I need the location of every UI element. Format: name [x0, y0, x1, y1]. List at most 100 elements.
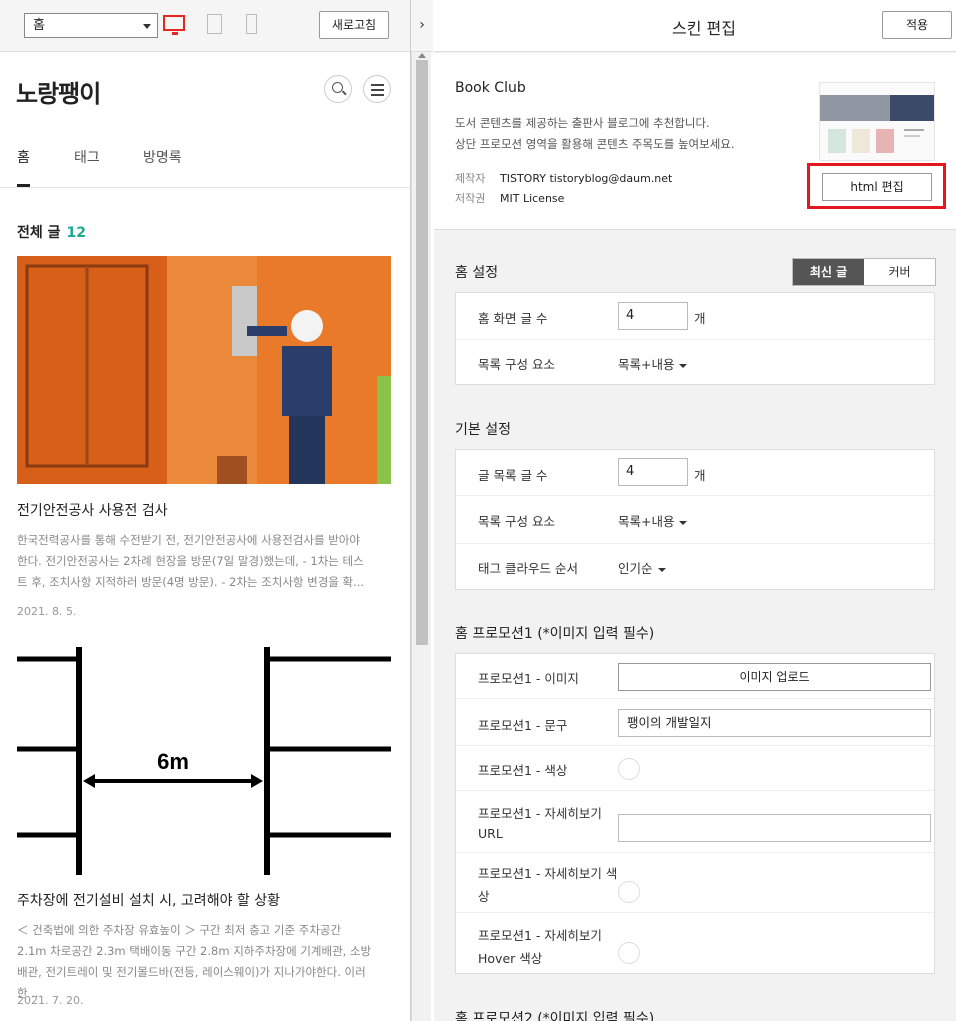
- section-heading: 홈 설정: [455, 265, 499, 281]
- total-count: 12: [66, 225, 86, 241]
- setting-row: 글 목록 글 수 4 개: [456, 450, 934, 496]
- setting-row: 프로모션1 - 문구 팽이의 개발일지: [456, 699, 934, 746]
- nav-guestbook[interactable]: 방명록: [143, 147, 182, 167]
- skin-name: Book Club: [455, 80, 526, 96]
- setting-label: 프로모션1 - 색상: [478, 763, 568, 778]
- skin-editor-pane: 스킨 편집 적용 Book Club 도서 콘텐츠를 제공하는 출판사 블로그에…: [434, 0, 956, 1021]
- nav-home[interactable]: 홈: [17, 147, 30, 167]
- setting-label: 프로모션1 - 문구: [478, 718, 568, 733]
- nav-tag[interactable]: 태그: [74, 147, 100, 167]
- post-title[interactable]: 주차장에 전기설비 설치 시, 고려해야 할 상황: [17, 890, 280, 910]
- setting-label: 프로모션1 - 자세히보기 Hover 색상: [478, 925, 602, 967]
- total-posts: 전체 글 12: [17, 222, 86, 242]
- caret-down-icon: [143, 24, 151, 29]
- divider: [0, 187, 410, 188]
- html-edit-highlight: html 편집: [807, 163, 946, 209]
- license-value: MIT License: [500, 192, 565, 205]
- setting-label: 목록 구성 요소: [478, 357, 555, 372]
- apply-button[interactable]: 적용: [882, 11, 952, 39]
- post-image-parking-diagram: 6m: [17, 647, 391, 875]
- post-excerpt: 한국전력공사를 통해 수전받기 전, 전기안전공사에 사용전검사를 받아야 한다…: [17, 533, 365, 589]
- home-mode-toggle[interactable]: 최신 글 커버: [792, 258, 936, 286]
- toggle-latest[interactable]: 최신 글: [793, 259, 864, 285]
- preview-pane: 홈 새로고침 노랑팽이 홈 태그 방명록 전체 글 12 전기안전공사 사용전 …: [0, 0, 411, 1021]
- license-key: 저작권: [455, 192, 486, 205]
- setting-row: 프로모션1 - 자세히보기 URL: [456, 791, 934, 853]
- blog-logo[interactable]: 노랑팽이: [16, 74, 101, 109]
- tag-order-dropdown[interactable]: 인기순: [618, 558, 666, 577]
- unit-label: 개: [694, 311, 706, 326]
- skin-maker: 제작자 TISTORY tistoryblog@daum.net: [455, 170, 672, 186]
- setting-label: 홈 화면 글 수: [478, 311, 548, 326]
- mobile-view-icon[interactable]: [246, 14, 257, 34]
- scrollbar-thumb[interactable]: [416, 60, 428, 645]
- list-post-count-input[interactable]: 4: [618, 458, 688, 486]
- post-thumbnail[interactable]: 6m: [17, 647, 391, 875]
- refresh-button[interactable]: 새로고침: [319, 11, 389, 39]
- editor-title: 스킨 편집: [672, 19, 736, 38]
- caret-down-icon: [657, 567, 666, 572]
- setting-label: 프로모션1 - 자세히보기 URL: [478, 803, 602, 841]
- skin-preview-image: [820, 83, 934, 160]
- label-line: Hover 색상: [478, 951, 543, 966]
- search-button[interactable]: [324, 75, 352, 103]
- section-heading: 홈 프로모션2 (*이미지 입력 필수): [455, 1011, 655, 1021]
- editor-header: 스킨 편집 적용: [434, 0, 956, 52]
- post-title[interactable]: 전기안전공사 사용전 검사: [17, 500, 168, 520]
- label-line: 프로모션1 - 자세히보기: [478, 928, 602, 943]
- setting-row: 프로모션1 - 자세히보기 색 상: [456, 853, 934, 913]
- image-upload-button[interactable]: 이미지 업로드: [618, 663, 931, 691]
- label-line: 프로모션1 - 자세히보기 색: [478, 866, 618, 881]
- tablet-view-icon[interactable]: [207, 14, 222, 34]
- skin-license: 저작권 MIT License: [455, 190, 564, 206]
- label-line: 상: [478, 889, 490, 904]
- setting-label: 태그 클라우드 순서: [478, 561, 578, 576]
- skin-description: 도서 콘텐츠를 제공하는 출판사 블로그에 추천합니다.: [455, 116, 710, 130]
- desktop-view-icon[interactable]: [163, 15, 185, 35]
- post-thumbnail[interactable]: [17, 256, 391, 484]
- skin-thumbnail: [819, 82, 935, 161]
- label-line: 프로모션1 - 자세히보기: [478, 806, 602, 821]
- setting-row: 홈 화면 글 수 4 개: [456, 293, 934, 340]
- setting-label: 글 목록 글 수: [478, 468, 548, 483]
- setting-row: 목록 구성 요소 목록+내용: [456, 496, 934, 544]
- setting-row: 프로모션1 - 색상: [456, 746, 934, 791]
- dropdown-value: 목록+내용: [618, 514, 675, 529]
- html-edit-button[interactable]: html 편집: [822, 173, 932, 201]
- preview-scrollbar[interactable]: [411, 52, 431, 1021]
- home-list-dropdown[interactable]: 목록+내용: [618, 354, 688, 373]
- menu-button[interactable]: [363, 75, 391, 103]
- dropdown-value: 목록+내용: [618, 357, 675, 372]
- dropdown-value: 인기순: [618, 561, 653, 576]
- label-line: URL: [478, 826, 503, 841]
- promotion1-card: 프로모션1 - 이미지 이미지 업로드 프로모션1 - 문구 팽이의 개발일지 …: [455, 653, 935, 974]
- section-heading: 홈 프로모션1 (*이미지 입력 필수): [455, 626, 655, 642]
- page-select[interactable]: 홈: [24, 13, 158, 38]
- setting-row: 프로모션1 - 이미지 이미지 업로드: [456, 654, 934, 699]
- post-date: 2021. 8. 5.: [17, 605, 77, 618]
- color-picker[interactable]: [618, 758, 640, 780]
- home-post-count-input[interactable]: 4: [618, 302, 688, 330]
- caret-down-icon: [679, 363, 688, 368]
- post-date: 2021. 7. 20.: [17, 994, 84, 1007]
- toggle-cover[interactable]: 커버: [864, 259, 935, 285]
- collapse-panel-button[interactable]: ›: [411, 0, 433, 52]
- basic-settings-card: 글 목록 글 수 4 개 목록 구성 요소 목록+내용 태그 클라우드 순서 인…: [455, 449, 935, 590]
- promotion-url-input[interactable]: [618, 814, 931, 842]
- search-icon: [332, 82, 343, 93]
- setting-row: 목록 구성 요소 목록+내용: [456, 340, 934, 385]
- setting-label: 프로모션1 - 자세히보기 색 상: [478, 863, 617, 905]
- home-settings-card: 홈 화면 글 수 4 개 목록 구성 요소 목록+내용: [455, 292, 935, 385]
- setting-label: 목록 구성 요소: [478, 514, 555, 529]
- post-image-electrical-panel: [17, 256, 391, 484]
- post-excerpt: ＜ 건축법에 의한 주차장 유효높이 ＞ 구간 최저 층고 기준 주차공간 2.…: [17, 923, 372, 1000]
- color-picker[interactable]: [618, 881, 640, 903]
- promotion-text-input[interactable]: 팽이의 개발일지: [618, 709, 931, 737]
- setting-label: 프로모션1 - 이미지: [478, 671, 579, 686]
- page-select-value: 홈: [33, 18, 45, 33]
- maker-value: TISTORY tistoryblog@daum.net: [500, 172, 673, 185]
- basic-list-dropdown[interactable]: 목록+내용: [618, 511, 688, 530]
- color-picker[interactable]: [618, 942, 640, 964]
- caret-down-icon: [679, 520, 688, 525]
- scroll-up-icon[interactable]: [418, 53, 426, 58]
